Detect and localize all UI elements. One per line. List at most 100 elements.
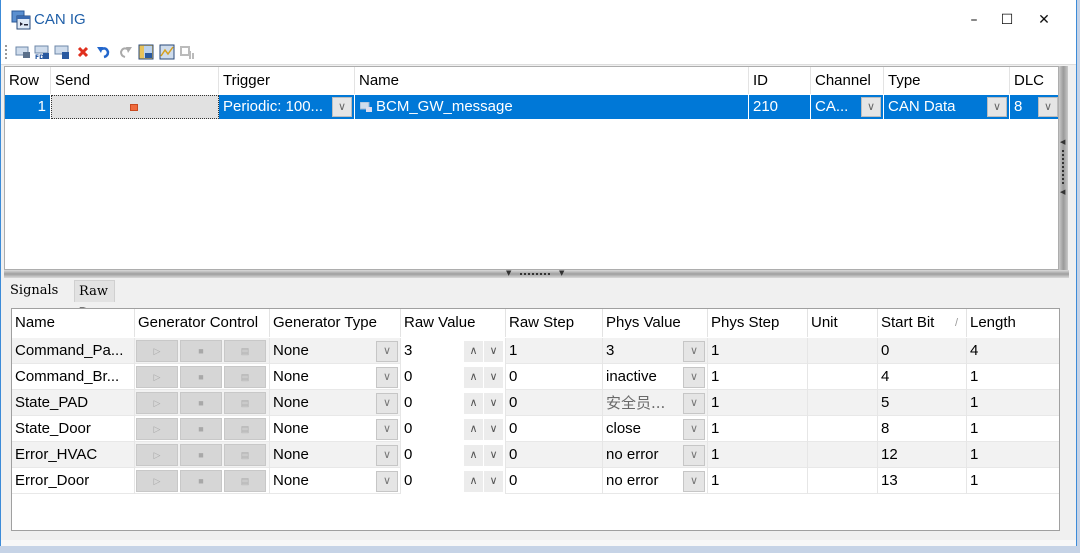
raw-value-down-button[interactable]: ∨ <box>484 367 503 388</box>
raw-step[interactable]: 0 <box>506 468 603 494</box>
raw-value-up-button[interactable]: ∧ <box>464 419 483 440</box>
header-channel[interactable]: Channel <box>811 67 884 94</box>
graph-view-icon[interactable] <box>159 44 175 60</box>
raw-value-cell[interactable]: 3 ∧ ∨ <box>401 338 506 364</box>
header-raw-value[interactable]: Raw Value <box>401 309 506 337</box>
phys-value-cell[interactable]: 3 ∨ <box>603 338 708 364</box>
header-phys-step[interactable]: Phys Step <box>708 309 808 337</box>
raw-value-down-button[interactable]: ∨ <box>484 419 503 440</box>
phys-value-cell[interactable]: no error ∨ <box>603 468 708 494</box>
add-id-message-icon[interactable] <box>54 44 70 60</box>
generator-type-dropdown[interactable]: ∨ <box>376 419 398 440</box>
toolbar-grip[interactable] <box>5 45 7 59</box>
generator-type-dropdown[interactable]: ∨ <box>376 367 398 388</box>
raw-value-up-button[interactable]: ∧ <box>464 341 483 362</box>
header-dlc[interactable]: DLC <box>1010 67 1060 94</box>
message-row[interactable]: 1 Periodic: 100... ∨ BCM_GW_message 210 … <box>5 95 1058 119</box>
raw-value-cell[interactable]: 0 ∧ ∨ <box>401 442 506 468</box>
phys-value-dropdown[interactable]: ∨ <box>683 367 705 388</box>
generator-start-button[interactable]: ▷ <box>136 392 178 414</box>
tab-signals[interactable]: Signals <box>6 280 63 302</box>
signal-row[interactable]: Error_HVAC ▷ ■ ▤ None ∨ 0 ∧ ∨ 0 no error… <box>12 442 1059 468</box>
generator-stop-button[interactable]: ■ <box>180 444 222 466</box>
generator-type-dropdown[interactable]: ∨ <box>376 341 398 362</box>
header-id[interactable]: ID <box>749 67 811 94</box>
raw-step[interactable]: 0 <box>506 390 603 416</box>
generator-start-button[interactable]: ▷ <box>136 470 178 492</box>
channel-dropdown-button[interactable]: ∨ <box>861 97 881 117</box>
generator-start-button[interactable]: ▷ <box>136 340 178 362</box>
phys-step[interactable]: 1 <box>708 364 808 390</box>
channel-cell[interactable]: CA... ∨ <box>811 95 884 119</box>
raw-step[interactable]: 0 <box>506 364 603 390</box>
maximize-button[interactable]: ☐ <box>992 8 1022 32</box>
header-raw-step[interactable]: Raw Step <box>506 309 603 337</box>
generator-type-cell[interactable]: None ∨ <box>270 364 401 390</box>
trigger-cell[interactable]: Periodic: 100... ∨ <box>219 95 355 119</box>
send-button[interactable] <box>51 95 219 119</box>
tab-raw-data[interactable]: Raw Data <box>74 280 116 321</box>
generator-settings-button[interactable]: ▤ <box>224 444 266 466</box>
generator-type-dropdown[interactable]: ∨ <box>376 393 398 414</box>
collapse-left-icon-2[interactable]: ◀ <box>1060 188 1065 196</box>
generator-stop-button[interactable]: ■ <box>180 470 222 492</box>
trigger-dropdown-button[interactable]: ∨ <box>332 97 352 117</box>
minimize-button[interactable]: – <box>959 8 989 32</box>
generator-type-cell[interactable]: None ∨ <box>270 468 401 494</box>
phys-step[interactable]: 1 <box>708 442 808 468</box>
generator-stop-button[interactable]: ■ <box>180 366 222 388</box>
phys-value-cell[interactable]: inactive ∨ <box>603 364 708 390</box>
generator-type-dropdown[interactable]: ∨ <box>376 445 398 466</box>
signal-row[interactable]: Error_Door ▷ ■ ▤ None ∨ 0 ∧ ∨ 0 no error… <box>12 468 1059 494</box>
phys-value-dropdown[interactable]: ∨ <box>683 471 705 492</box>
header-generator-type[interactable]: Generator Type <box>270 309 401 337</box>
header-start-bit[interactable]: Start Bit / <box>878 309 967 337</box>
signal-view-icon[interactable] <box>138 44 154 60</box>
raw-value-down-button[interactable]: ∨ <box>484 393 503 414</box>
collapse-left-icon[interactable]: ◀ <box>1060 138 1065 146</box>
signal-row[interactable]: Command_Br... ▷ ■ ▤ None ∨ 0 ∧ ∨ 0 inact… <box>12 364 1059 390</box>
generator-settings-button[interactable]: ▤ <box>224 366 266 388</box>
generator-settings-button[interactable]: ▤ <box>224 418 266 440</box>
raw-value-cell[interactable]: 0 ∧ ∨ <box>401 468 506 494</box>
phys-step[interactable]: 1 <box>708 468 808 494</box>
type-dropdown-button[interactable]: ∨ <box>987 97 1007 117</box>
raw-step[interactable]: 0 <box>506 442 603 468</box>
generator-settings-button[interactable]: ▤ <box>224 392 266 414</box>
settings-disabled-icon[interactable] <box>180 44 196 60</box>
raw-value-cell[interactable]: 0 ∧ ∨ <box>401 390 506 416</box>
header-phys-value[interactable]: Phys Value <box>603 309 708 337</box>
generator-stop-button[interactable]: ■ <box>180 392 222 414</box>
generator-type-cell[interactable]: None ∨ <box>270 338 401 364</box>
raw-value-up-button[interactable]: ∧ <box>464 445 483 466</box>
phys-value-cell[interactable]: 安全员... ∨ <box>603 390 708 416</box>
collapse-down-icon[interactable]: ▼ <box>506 269 511 277</box>
header-row[interactable]: Row <box>5 67 51 94</box>
raw-value-down-button[interactable]: ∨ <box>484 471 503 492</box>
phys-value-dropdown[interactable]: ∨ <box>683 341 705 362</box>
generator-stop-button[interactable]: ■ <box>180 340 222 362</box>
phys-value-cell[interactable]: no error ∨ <box>603 442 708 468</box>
generator-settings-button[interactable]: ▤ <box>224 340 266 362</box>
phys-value-dropdown[interactable]: ∨ <box>683 445 705 466</box>
raw-value-cell[interactable]: 0 ∧ ∨ <box>401 364 506 390</box>
header-type[interactable]: Type <box>884 67 1010 94</box>
vertical-splitter[interactable]: ◀ ◀ <box>1059 66 1068 270</box>
redo-icon[interactable] <box>117 44 133 60</box>
collapse-down-icon-2[interactable]: ▼ <box>559 269 564 277</box>
header-trigger[interactable]: Trigger <box>219 67 355 94</box>
raw-step[interactable]: 0 <box>506 416 603 442</box>
generator-stop-button[interactable]: ■ <box>180 418 222 440</box>
raw-value-up-button[interactable]: ∧ <box>464 367 483 388</box>
phys-step[interactable]: 1 <box>708 390 808 416</box>
phys-value-dropdown[interactable]: ∨ <box>683 393 705 414</box>
header-name[interactable]: Name <box>355 67 749 94</box>
type-cell[interactable]: CAN Data ∨ <box>884 95 1010 119</box>
generator-start-button[interactable]: ▷ <box>136 418 178 440</box>
signal-row[interactable]: State_PAD ▷ ■ ▤ None ∨ 0 ∧ ∨ 0 安全员... ∨ … <box>12 390 1059 416</box>
generator-start-button[interactable]: ▷ <box>136 444 178 466</box>
add-fd-message-icon[interactable]: FD <box>34 44 50 60</box>
generator-start-button[interactable]: ▷ <box>136 366 178 388</box>
delete-icon[interactable] <box>75 44 91 60</box>
dlc-dropdown-button[interactable]: ∨ <box>1038 97 1058 117</box>
